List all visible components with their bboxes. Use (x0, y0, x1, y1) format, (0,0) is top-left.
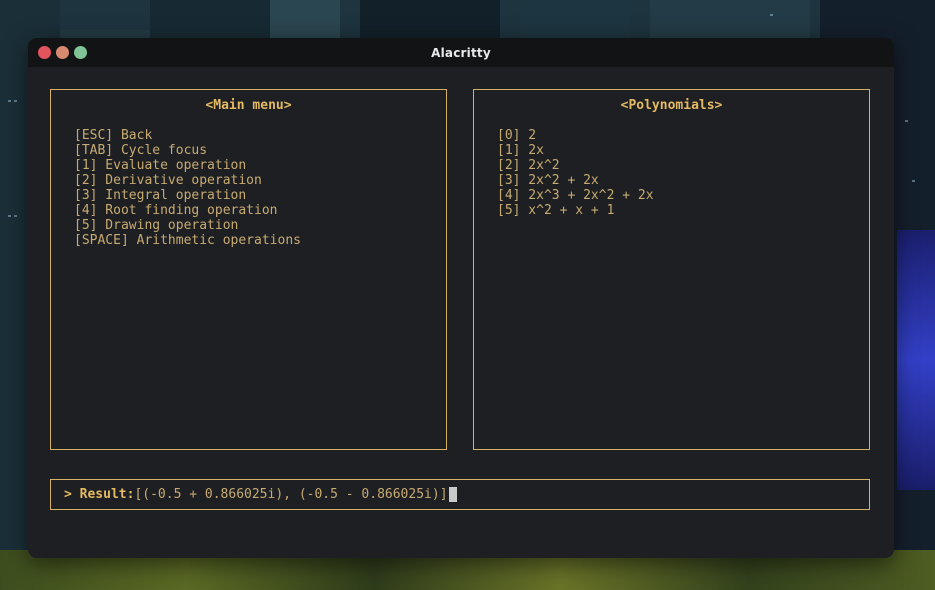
polynomial-item[interactable]: [4] 2x^3 + 2x^2 + 2x (497, 188, 869, 203)
menu-item-arithmetic[interactable]: [SPACE] Arithmetic operations (74, 233, 446, 248)
menu-item-root-finding[interactable]: [4] Root finding operation (74, 203, 446, 218)
menu-item-back[interactable]: [ESC] Back (74, 128, 446, 143)
result-input-bar[interactable]: > Result: [(-0.5 + 0.866025i), (-0.5 - 0.… (50, 479, 870, 510)
polynomial-item[interactable]: [2] 2x^2 (497, 158, 869, 173)
polynomials-title: <Polynomials> (620, 98, 723, 113)
main-menu-panel[interactable]: <Main menu> [ESC] Back [TAB] Cycle focus… (50, 89, 447, 450)
prompt-symbol: > (64, 487, 80, 502)
close-icon[interactable] (38, 46, 51, 59)
window-controls (38, 46, 87, 59)
polynomials-list: [0] 2 [1] 2x [2] 2x^2 [3] 2x^2 + 2x [4] … (474, 128, 869, 218)
menu-item-integral[interactable]: [3] Integral operation (74, 188, 446, 203)
main-menu-title: <Main menu> (205, 98, 292, 113)
terminal-window: Alacritty <Main menu> [ESC] Back [TAB] C… (28, 38, 894, 558)
polynomial-item[interactable]: [0] 2 (497, 128, 869, 143)
window-title: Alacritty (431, 45, 491, 60)
text-cursor (448, 487, 457, 502)
title-bar[interactable]: Alacritty (28, 38, 894, 67)
polynomial-item[interactable]: [1] 2x (497, 143, 869, 158)
result-value: [(-0.5 + 0.866025i), (-0.5 - 0.866025i)] (134, 487, 448, 502)
minimize-icon[interactable] (56, 46, 69, 59)
result-label: Result: (79, 487, 135, 502)
menu-item-drawing[interactable]: [5] Drawing operation (74, 218, 446, 233)
maximize-icon[interactable] (74, 46, 87, 59)
polynomial-item[interactable]: [5] x^2 + x + 1 (497, 203, 869, 218)
menu-item-cycle-focus[interactable]: [TAB] Cycle focus (74, 143, 446, 158)
menu-item-derivative[interactable]: [2] Derivative operation (74, 173, 446, 188)
menu-item-evaluate[interactable]: [1] Evaluate operation (74, 158, 446, 173)
terminal-content[interactable]: <Main menu> [ESC] Back [TAB] Cycle focus… (28, 67, 894, 558)
polynomial-item[interactable]: [3] 2x^2 + 2x (497, 173, 869, 188)
main-menu-list: [ESC] Back [TAB] Cycle focus [1] Evaluat… (51, 128, 446, 248)
polynomials-panel[interactable]: <Polynomials> [0] 2 [1] 2x [2] 2x^2 [3] … (473, 89, 870, 450)
